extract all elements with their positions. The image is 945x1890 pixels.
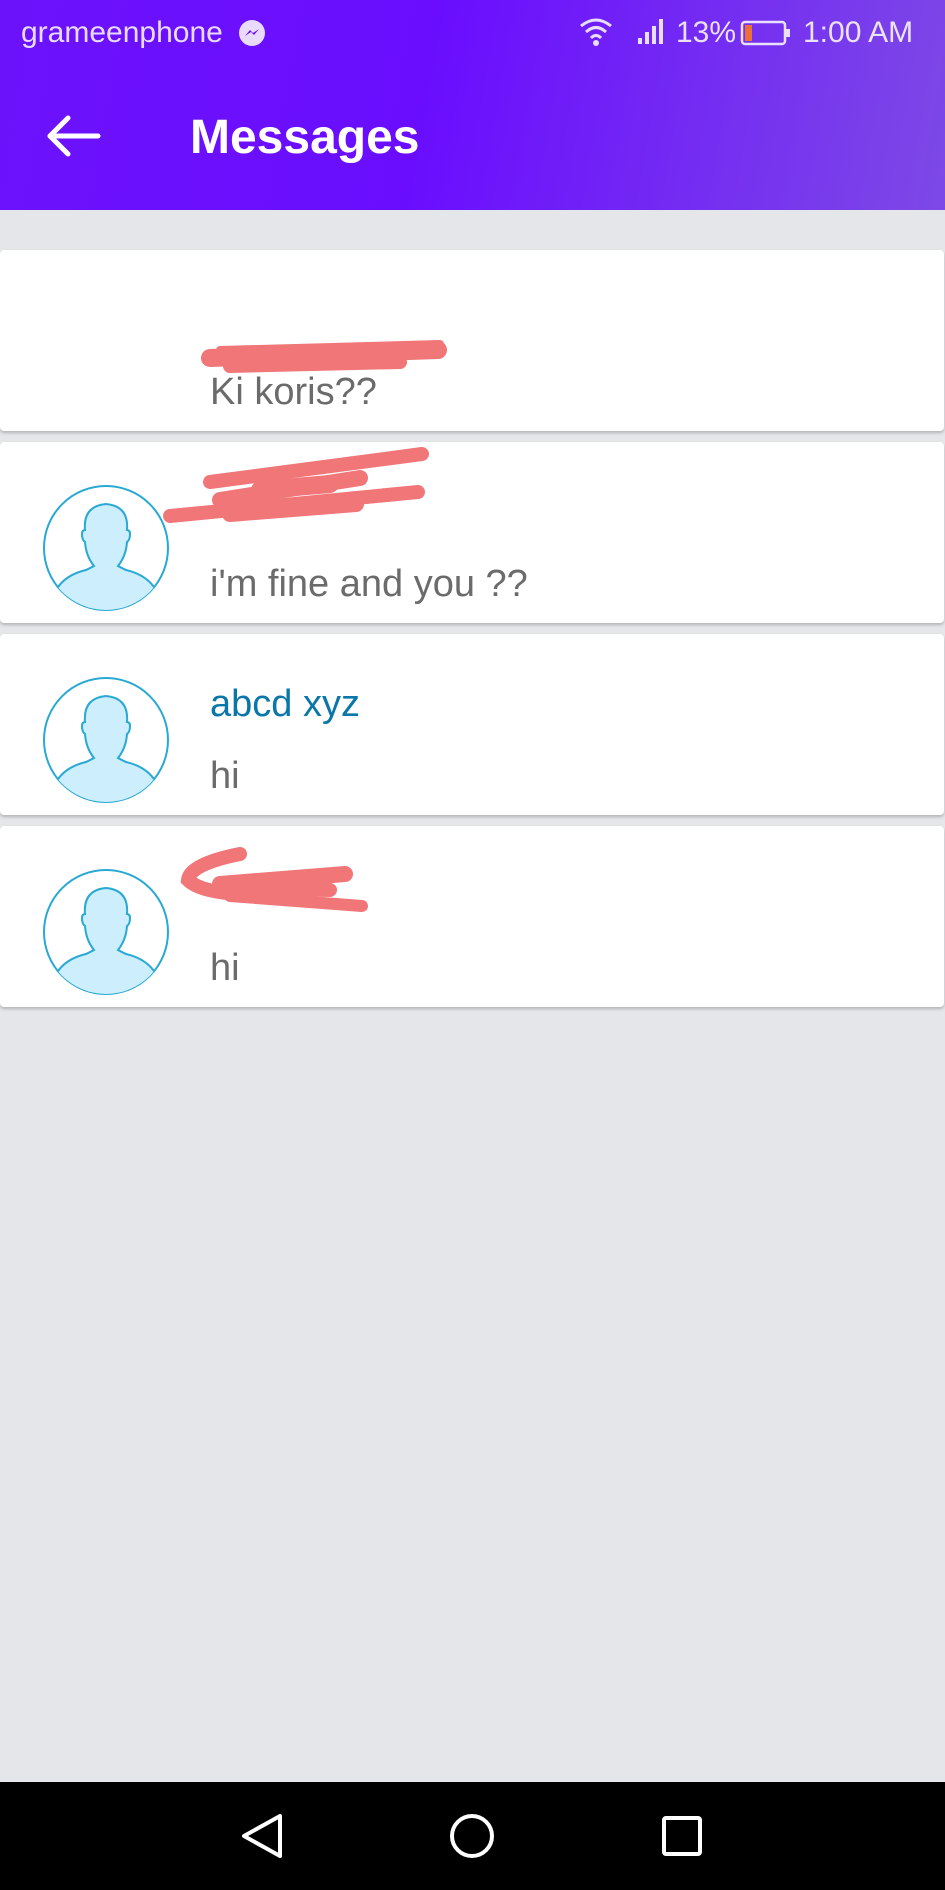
message-preview: hi xyxy=(210,755,240,797)
carrier-name: grameenphone xyxy=(21,16,223,49)
redaction-scribble xyxy=(163,447,429,523)
battery-percent: 13% xyxy=(676,16,737,49)
conversation-item[interactable]: hi xyxy=(0,826,944,1007)
wifi-icon xyxy=(580,18,612,46)
conversation-item[interactable]: i'm fine and you ?? xyxy=(0,442,944,623)
messenger-icon xyxy=(239,20,265,46)
message-preview: i'm fine and you ?? xyxy=(210,563,528,605)
recents-square-icon[interactable] xyxy=(654,1808,710,1864)
status-bar: grameenphone 13% 1:00 AM xyxy=(0,0,945,64)
home-circle-icon[interactable] xyxy=(444,1808,500,1864)
avatar-placeholder-icon xyxy=(43,485,169,611)
avatar-placeholder-icon xyxy=(43,869,169,995)
system-nav-bar xyxy=(0,1782,945,1890)
message-preview: Ki koris?? xyxy=(210,371,377,413)
battery-icon xyxy=(740,20,790,46)
back-arrow-icon[interactable] xyxy=(40,110,112,162)
conversation-item[interactable]: abcd xyz hi xyxy=(0,634,944,815)
redaction-scribble xyxy=(180,847,368,912)
signal-icon xyxy=(638,19,663,44)
page-title: Messages xyxy=(190,111,420,164)
contact-name: abcd xyz xyxy=(210,683,360,725)
status-time: 1:00 AM xyxy=(803,16,914,49)
avatar-placeholder-icon xyxy=(43,677,169,803)
message-preview: hi xyxy=(210,947,240,989)
conversation-item[interactable]: Ki koris?? xyxy=(0,250,944,431)
app-header: grameenphone 13% 1:00 AM Messages xyxy=(0,0,945,210)
back-triangle-icon[interactable] xyxy=(234,1808,290,1864)
